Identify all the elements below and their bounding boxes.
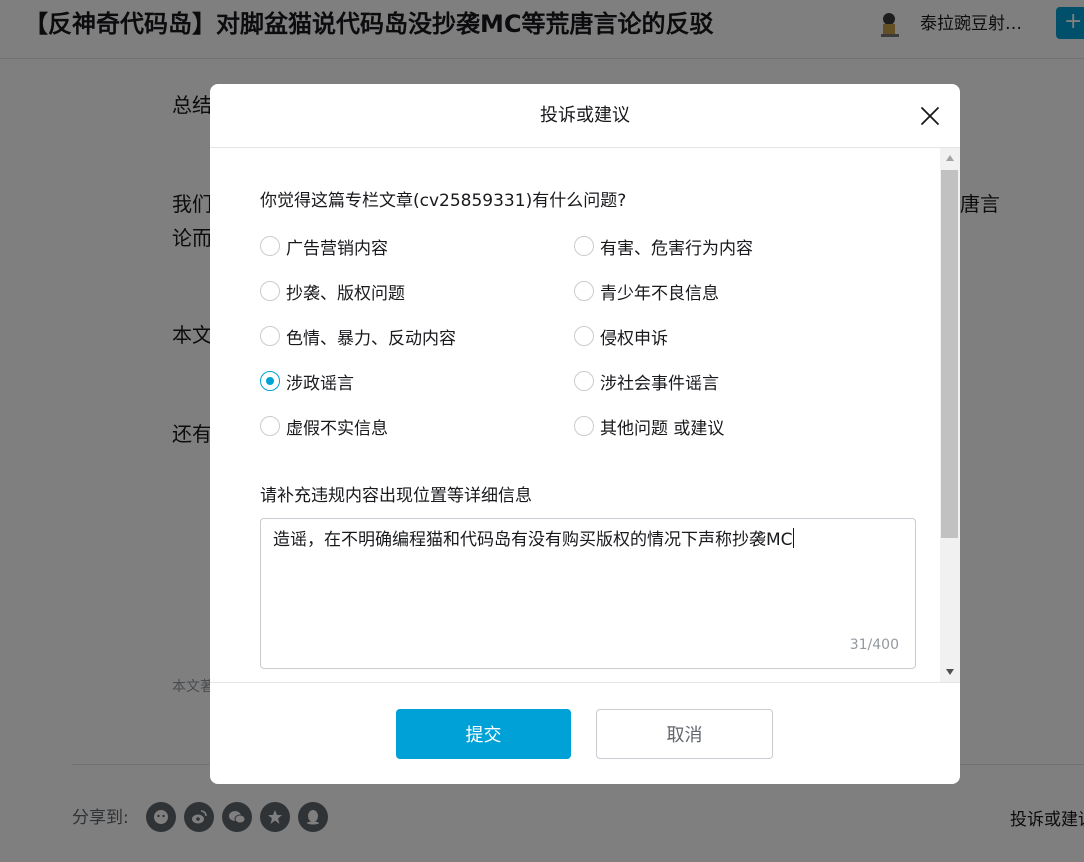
scroll-up-button[interactable] (940, 148, 960, 168)
option-social-rumor[interactable]: 涉社会事件谣言 (574, 368, 719, 394)
dialog-body: 你觉得这篇专栏文章(cv25859331)有什么问题? 广告营销内容 有害、危害… (210, 148, 960, 682)
radio-button[interactable] (574, 236, 594, 256)
dialog-scrollbar[interactable] (940, 148, 960, 682)
radio-button[interactable] (260, 236, 280, 256)
option-political-rumor[interactable]: 涉政谣言 (260, 368, 354, 394)
text-cursor (792, 528, 794, 548)
scroll-down-button[interactable] (940, 662, 960, 682)
radio-button[interactable] (260, 416, 280, 436)
triangle-up-icon (946, 155, 954, 161)
option-label: 广告营销内容 (286, 238, 388, 259)
option-label: 涉政谣言 (286, 373, 354, 394)
option-label: 涉社会事件谣言 (600, 373, 719, 394)
option-label: 侵权申诉 (600, 328, 668, 349)
close-icon (921, 107, 939, 125)
radio-button[interactable] (260, 281, 280, 301)
dialog-title: 投诉或建议 (540, 105, 630, 126)
option-label: 青少年不良信息 (600, 283, 719, 304)
detail-textarea[interactable]: 造谣，在不明确编程猫和代码岛有没有购买版权的情况下声称抄袭MC 31/400 (260, 518, 916, 669)
radio-button[interactable] (574, 326, 594, 346)
radio-button[interactable] (574, 281, 594, 301)
close-button[interactable] (914, 100, 946, 132)
char-counter: 31/400 (849, 637, 899, 653)
option-plagiarism-copyright[interactable]: 抄袭、版权问题 (260, 278, 405, 304)
dialog-footer: 提交 取消 (210, 682, 960, 784)
radio-button[interactable] (260, 326, 280, 346)
radio-button[interactable] (574, 371, 594, 391)
triangle-down-icon (946, 669, 954, 675)
cancel-button[interactable]: 取消 (596, 709, 773, 759)
detail-label: 请补充违规内容出现位置等详细信息 (260, 486, 532, 506)
scroll-thumb[interactable] (941, 170, 958, 538)
radio-button[interactable] (574, 416, 594, 436)
dialog-header: 投诉或建议 (210, 84, 960, 148)
option-label: 色情、暴力、反动内容 (286, 328, 456, 349)
option-porn-violence[interactable]: 色情、暴力、反动内容 (260, 323, 456, 349)
radio-button-checked[interactable] (260, 371, 280, 391)
option-ad-marketing[interactable]: 广告营销内容 (260, 233, 388, 259)
option-label: 抄袭、版权问题 (286, 283, 405, 304)
report-dialog: 投诉或建议 你觉得这篇专栏文章(cv25859331)有什么问题? 广告营销内容… (210, 84, 960, 784)
submit-button[interactable]: 提交 (396, 709, 571, 759)
detail-text: 造谣，在不明确编程猫和代码岛有没有购买版权的情况下声称抄袭MC (273, 530, 793, 550)
option-label: 其他问题 或建议 (600, 418, 725, 439)
option-label: 虚假不实信息 (286, 418, 388, 439)
option-harmful-behavior[interactable]: 有害、危害行为内容 (574, 233, 753, 259)
option-label: 有害、危害行为内容 (600, 238, 753, 259)
option-infringement-appeal[interactable]: 侵权申诉 (574, 323, 668, 349)
option-other[interactable]: 其他问题 或建议 (574, 413, 724, 439)
option-minor-harmful[interactable]: 青少年不良信息 (574, 278, 719, 304)
question-text: 你觉得这篇专栏文章(cv25859331)有什么问题? (260, 191, 627, 211)
option-false-info[interactable]: 虚假不实信息 (260, 413, 388, 439)
